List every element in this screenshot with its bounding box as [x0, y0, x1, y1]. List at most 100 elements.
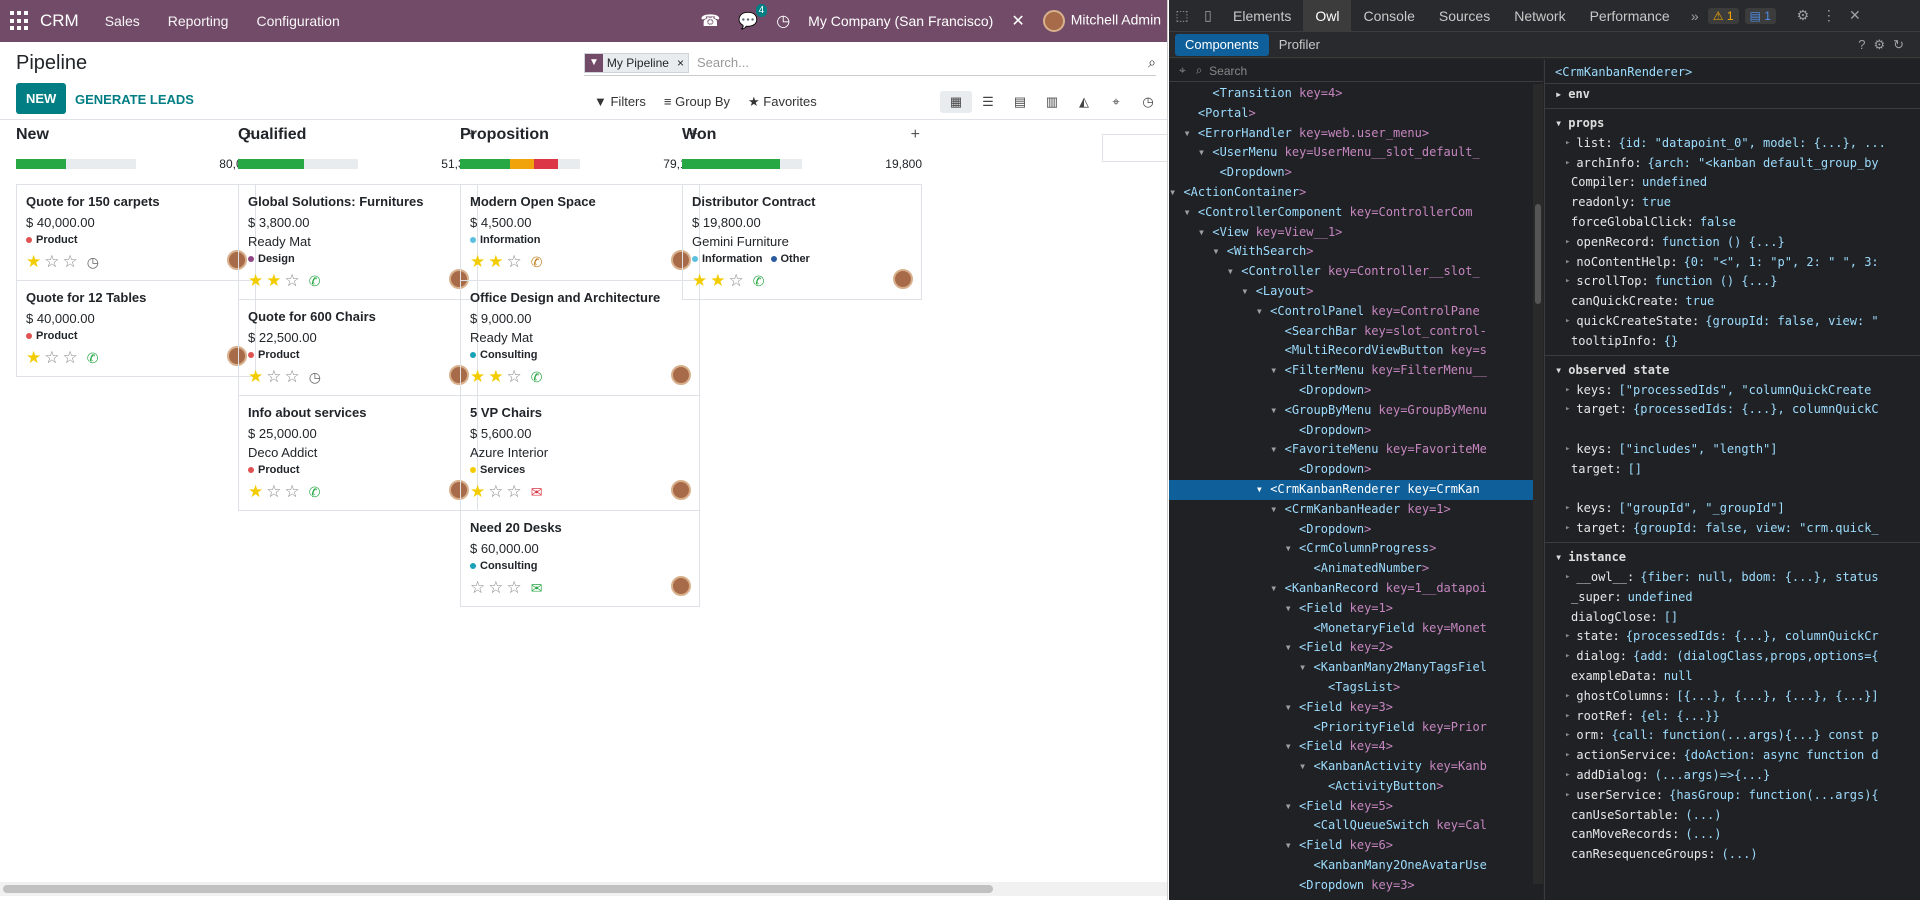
tree-node[interactable]: ▾ <KanbanMany2ManyTagsFiel — [1169, 658, 1543, 678]
star-icon[interactable]: ★ — [488, 367, 503, 387]
activity-icon[interactable]: ✆ — [531, 254, 543, 271]
tree-node[interactable]: ▾ <KanbanActivity key=Kanb — [1169, 757, 1543, 777]
star-icon[interactable]: ☆ — [266, 367, 281, 387]
star-icon[interactable]: ★ — [488, 252, 503, 272]
star-icon[interactable]: ★ — [470, 252, 485, 272]
tree-node[interactable]: ▾ <CrmKanbanHeader key=1> — [1169, 500, 1543, 520]
prop-row[interactable]: ▸ __owl__: {fiber: null, bdom: {...}, stat… — [1545, 567, 1920, 587]
tree-node[interactable]: <Transition key=4> — [1169, 84, 1543, 104]
clock-icon[interactable]: ◷ — [776, 11, 790, 31]
prop-row[interactable]: ▸ ghostColumns: [{...}, {...}, {...}, {...… — [1545, 686, 1920, 706]
menu-sales[interactable]: Sales — [105, 13, 140, 29]
tree-scrollbar[interactable] — [1533, 84, 1543, 884]
favorites-toggle[interactable]: ★ Favorites — [748, 94, 817, 110]
tree-node[interactable]: <Dropdown> — [1169, 381, 1543, 401]
activity-icon[interactable]: ◷ — [309, 369, 321, 386]
prop-row[interactable]: ▸ list: {id: "datapoint_0", model: {...}, … — [1545, 133, 1920, 153]
star-icon[interactable]: ★ — [26, 348, 41, 368]
star-icon[interactable]: ★ — [692, 271, 707, 291]
tab-performance[interactable]: Performance — [1578, 0, 1682, 32]
kanban-card[interactable]: Office Design and Architecture $ 9,000.00… — [461, 281, 699, 396]
activity-icon[interactable]: ✆ — [87, 350, 99, 367]
tab-owl[interactable]: Owl — [1303, 0, 1352, 32]
filters-toggle[interactable]: ▼ Filters — [594, 94, 646, 110]
tree-node[interactable]: ▾ <ActionContainer> — [1169, 183, 1543, 203]
quick-create-icon[interactable]: + — [911, 126, 920, 144]
tree-node[interactable]: ▾ <UserMenu key=UserMenu__slot_default_ — [1169, 143, 1543, 163]
tree-node[interactable]: ▾ <ControllerComponent key=ControllerCom — [1169, 203, 1543, 223]
salesperson-avatar[interactable] — [671, 365, 691, 385]
tree-node[interactable]: ▾ <Controller key=Controller__slot_ — [1169, 262, 1543, 282]
tree-node[interactable]: <PriorityField key=Prior — [1169, 718, 1543, 738]
column-title[interactable]: Proposition — [460, 126, 549, 144]
app-brand[interactable]: CRM — [40, 11, 79, 31]
tab-elements[interactable]: Elements — [1221, 0, 1303, 32]
tree-search[interactable]: ⌖ ⌕ Search — [1169, 60, 1543, 82]
facet-remove-icon[interactable]: × — [673, 56, 688, 70]
prop-row[interactable]: ▸ keys: ["groupId", "_groupId"] — [1545, 499, 1920, 519]
prop-row[interactable]: ▸ dialog: {add: (dialogClass,props,options… — [1545, 646, 1920, 666]
tree-node[interactable]: ▾ <Field key=6> — [1169, 836, 1543, 856]
activity-view-icon[interactable]: ◷ — [1132, 91, 1164, 113]
observed-section[interactable]: ▾ observed state — [1545, 360, 1920, 380]
group-by-toggle[interactable]: ≡ Group By — [664, 94, 730, 110]
prop-row[interactable]: ▸ keys: ["processedIds", "columnQuickCreat… — [1545, 380, 1920, 400]
tree-node[interactable]: ▾ <KanbanRecord key=1__datapoi — [1169, 579, 1543, 599]
tree-node[interactable]: <KanbanMany2OneAvatarUse — [1169, 856, 1543, 876]
progress-bar[interactable] — [238, 159, 358, 169]
star-icon[interactable]: ☆ — [285, 271, 300, 291]
kanban-card[interactable]: Modern Open Space $ 4,500.00 Information ★ ★… — [461, 185, 699, 281]
pivot-view-icon[interactable]: ▥ — [1036, 91, 1068, 113]
generate-leads-button[interactable]: GENERATE LEADS — [75, 92, 194, 107]
close-devtools-icon[interactable]: ✕ — [1842, 7, 1868, 24]
tab-console[interactable]: Console — [1351, 0, 1426, 32]
prop-row[interactable]: ▸ target: {processedIds: {...}, columnQuic… — [1545, 400, 1920, 420]
star-icon[interactable]: ☆ — [488, 482, 503, 502]
tree-node[interactable]: <Dropdown> — [1169, 163, 1543, 183]
company-switcher[interactable]: My Company (San Francisco) — [808, 13, 993, 29]
salesperson-avatar[interactable] — [671, 576, 691, 596]
tree-node[interactable]: <Dropdown> — [1169, 421, 1543, 441]
activity-icon[interactable]: ✆ — [753, 273, 765, 290]
map-view-icon[interactable]: ⌖ — [1100, 91, 1132, 113]
star-icon[interactable]: ★ — [470, 367, 485, 387]
star-icon[interactable]: ☆ — [285, 367, 300, 387]
star-icon[interactable]: ★ — [266, 271, 281, 291]
settings-gear-icon[interactable]: ⚙ — [1790, 7, 1816, 24]
new-button[interactable]: NEW — [16, 83, 67, 114]
more-tabs-icon[interactable]: » — [1682, 8, 1708, 24]
activity-icon[interactable]: ✆ — [309, 484, 321, 501]
tab-sources[interactable]: Sources — [1427, 0, 1502, 32]
tree-node[interactable]: ▾ <Field key=4> — [1169, 737, 1543, 757]
prop-row[interactable]: ▸ userService: {hasGroup: function(...args… — [1545, 785, 1920, 805]
column-title[interactable]: Qualified — [238, 126, 306, 144]
star-icon[interactable]: ☆ — [507, 482, 522, 502]
tree-node[interactable]: ▾ <GroupByMenu key=GroupByMenu — [1169, 401, 1543, 421]
list-view-icon[interactable]: ☰ — [972, 91, 1004, 113]
graph-view-icon[interactable]: ◭ — [1068, 91, 1100, 113]
progress-bar[interactable] — [460, 159, 580, 169]
menu-configuration[interactable]: Configuration — [256, 13, 339, 29]
debug-tools-icon[interactable]: ✕ — [1011, 11, 1024, 31]
calendar-view-icon[interactable]: ▤ — [1004, 91, 1036, 113]
progress-bar[interactable] — [16, 159, 136, 169]
activity-icon[interactable]: ✆ — [309, 273, 321, 290]
star-icon[interactable]: ☆ — [285, 482, 300, 502]
props-section[interactable]: ▾ props — [1545, 113, 1920, 133]
prop-row[interactable]: ▸ state: {processedIds: {...}, columnQuick… — [1545, 627, 1920, 647]
kanban-card[interactable]: Distributor Contract $ 19,800.00 Gemini Fu… — [683, 185, 921, 299]
star-icon[interactable]: ★ — [470, 482, 485, 502]
prop-row[interactable]: ▸ openRecord: function () {...} — [1545, 232, 1920, 252]
kebab-menu-icon[interactable]: ⋮ — [1816, 7, 1842, 24]
kanban-card[interactable]: Quote for 600 Chairs $ 22,500.00 Product ★ ☆… — [239, 300, 477, 396]
instance-section[interactable]: ▾ instance — [1545, 547, 1920, 567]
tree-node[interactable]: ▾ <CrmKanbanRenderer key=CrmKan — [1169, 479, 1543, 500]
activity-icon[interactable]: ✉ — [531, 484, 543, 501]
tree-node[interactable]: ▾ <View key=View__1> — [1169, 223, 1543, 243]
star-icon[interactable]: ★ — [248, 271, 263, 291]
tab-profiler[interactable]: Profiler — [1269, 32, 1330, 58]
search-input[interactable]: Search... — [697, 55, 749, 70]
tree-node[interactable]: ▾ <Field key=2> — [1169, 638, 1543, 658]
menu-reporting[interactable]: Reporting — [168, 13, 229, 29]
star-icon[interactable]: ☆ — [507, 367, 522, 387]
